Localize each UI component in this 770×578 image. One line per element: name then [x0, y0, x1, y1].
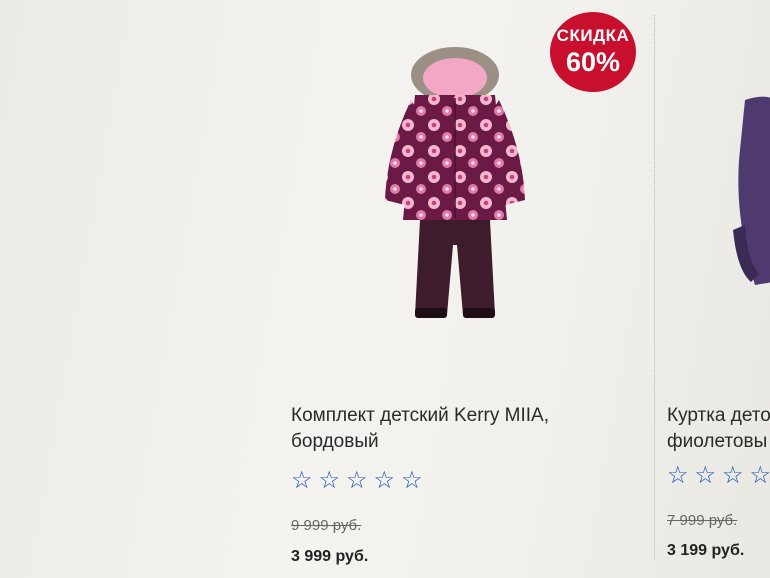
star-outline-icon[interactable]: ☆ [722, 463, 744, 489]
star-outline-icon[interactable]: ☆ [346, 468, 368, 494]
discount-badge-label: СКИДКА [556, 25, 630, 45]
star-outline-icon[interactable]: ☆ [401, 468, 423, 494]
star-outline-icon[interactable]: ☆ [374, 468, 396, 494]
star-outline-icon[interactable]: ☆ [750, 463, 770, 489]
product-card-kerry-miia[interactable]: Комплект детский Kerry MIIA, бордовый ☆ … [270, 0, 645, 578]
discount-badge-value: 60% [565, 46, 621, 77]
current-price: 3 999 руб. [291, 548, 369, 565]
product-title[interactable]: Куртка дето фиолетовы [667, 403, 770, 455]
star-outline-icon[interactable]: ☆ [319, 468, 341, 494]
rating-stars[interactable]: ☆ ☆ ☆ ☆ ☆ [291, 468, 423, 494]
current-price: 3 199 руб. [667, 542, 745, 559]
old-price: 7 999 руб. [667, 512, 738, 529]
product-title[interactable]: Комплект детский Kerry MIIA, бордовый [291, 403, 549, 455]
discount-badge: СКИДКА 60% [550, 12, 636, 92]
winter-suit-image[interactable] [375, 40, 535, 330]
product-title-line1[interactable]: Комплект детский Kerry MIIA, [291, 403, 549, 429]
product-title-line2[interactable]: бордовый [291, 429, 549, 455]
rating-stars[interactable]: ☆ ☆ ☆ ☆ [667, 463, 770, 489]
star-outline-icon[interactable]: ☆ [667, 463, 689, 489]
product-card-kurtka[interactable]: Куртка дето фиолетовы ☆ ☆ ☆ ☆ 7 999 руб.… [645, 0, 770, 578]
product-title-line1[interactable]: Куртка дето [667, 403, 770, 429]
old-price: 9 999 руб. [291, 517, 362, 534]
purple-jacket-image[interactable] [725, 60, 770, 320]
star-outline-icon[interactable]: ☆ [695, 463, 717, 489]
product-title-line2[interactable]: фиолетовы [667, 429, 770, 455]
star-outline-icon[interactable]: ☆ [291, 468, 313, 494]
